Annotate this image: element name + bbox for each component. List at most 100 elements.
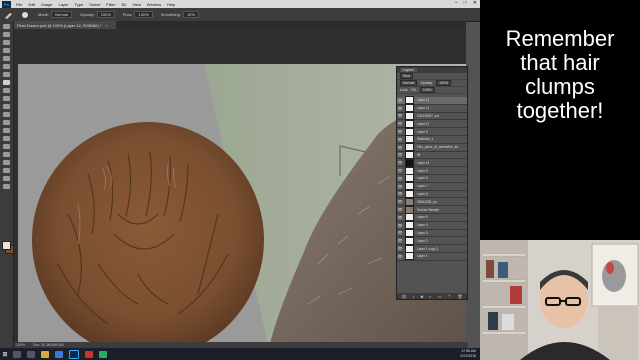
visibility-eye-icon[interactable]: 👁 bbox=[397, 168, 403, 173]
layer-thumbnail bbox=[405, 150, 414, 159]
mode-control: Mode: Normal bbox=[38, 11, 73, 18]
app-icon-2[interactable] bbox=[99, 350, 107, 358]
visibility-eye-icon[interactable]: 👁 bbox=[397, 176, 403, 181]
layer-name: Texture Sample bbox=[417, 207, 440, 212]
visibility-eye-icon[interactable]: 👁 bbox=[397, 246, 403, 251]
menu-layer[interactable]: Layer bbox=[58, 2, 68, 7]
link-icon[interactable]: ⛓ bbox=[401, 294, 406, 299]
task-view-icon[interactable] bbox=[27, 350, 35, 358]
blur-tool-icon[interactable] bbox=[3, 120, 10, 125]
visibility-eye-icon[interactable]: 👁 bbox=[397, 121, 403, 126]
trash-icon[interactable]: 🗑 bbox=[457, 294, 462, 299]
blend-mode-dropdown[interactable]: Normal bbox=[400, 80, 418, 86]
type-tool-icon[interactable] bbox=[3, 144, 10, 149]
file-explorer-icon[interactable] bbox=[41, 350, 49, 358]
eraser-tool-icon[interactable] bbox=[3, 104, 10, 109]
visibility-eye-icon[interactable]: 👁 bbox=[397, 184, 403, 189]
zoom-level[interactable]: 100% bbox=[16, 343, 25, 347]
move-tool-icon[interactable] bbox=[3, 24, 10, 29]
quick-select-tool-icon[interactable] bbox=[3, 48, 10, 53]
visibility-eye-icon[interactable]: 👁 bbox=[397, 207, 403, 212]
dodge-tool-icon[interactable] bbox=[3, 128, 10, 133]
clone-stamp-tool-icon[interactable] bbox=[3, 88, 10, 93]
mask-icon[interactable]: ◙ bbox=[421, 294, 423, 299]
menu-image[interactable]: Image bbox=[41, 2, 52, 7]
mode-dropdown[interactable]: Normal bbox=[51, 11, 73, 18]
visibility-eye-icon[interactable]: 👁 bbox=[397, 137, 403, 142]
marquee-tool-icon[interactable] bbox=[3, 32, 10, 37]
visibility-eye-icon[interactable]: 👁 bbox=[397, 254, 403, 259]
adjustment-icon[interactable]: ◐ bbox=[429, 294, 431, 299]
smoothing-field[interactable]: 10% bbox=[182, 11, 199, 18]
menu-file[interactable]: File bbox=[16, 2, 22, 7]
visibility-eye-icon[interactable]: 👁 bbox=[397, 129, 403, 134]
history-brush-tool-icon[interactable] bbox=[3, 96, 10, 101]
eyedropper-tool-icon[interactable] bbox=[3, 64, 10, 69]
app-icon[interactable] bbox=[85, 350, 93, 358]
lasso-tool-icon[interactable] bbox=[3, 40, 10, 45]
menu-window[interactable]: Window bbox=[147, 2, 161, 7]
visibility-eye-icon[interactable]: 👁 bbox=[397, 152, 403, 157]
visibility-eye-icon[interactable]: 👁 bbox=[397, 199, 403, 204]
brush-icon bbox=[5, 12, 12, 19]
path-select-tool-icon[interactable] bbox=[3, 152, 10, 157]
visibility-eye-icon[interactable]: 👁 bbox=[397, 223, 403, 228]
visibility-eye-icon[interactable]: 👁 bbox=[397, 106, 403, 111]
visibility-eye-icon[interactable]: 👁 bbox=[397, 160, 403, 165]
layers-tab[interactable]: Layers bbox=[400, 68, 417, 72]
brush-size-picker[interactable] bbox=[21, 11, 30, 19]
document-tab-bar: Final Dream.psd @ 100% (Layer 12, RGB/8#… bbox=[14, 21, 466, 29]
folder-icon[interactable]: ▭ bbox=[438, 294, 442, 299]
fx-icon[interactable]: ƒ bbox=[413, 294, 415, 299]
visibility-eye-icon[interactable]: 👁 bbox=[397, 215, 403, 220]
browser-icon[interactable] bbox=[55, 350, 63, 358]
menu-bar: Ps File Edit Image Layer Type Select Fil… bbox=[0, 0, 480, 8]
layer-name: Layer 6 bbox=[417, 191, 428, 196]
maximize-button[interactable]: □ bbox=[464, 0, 467, 6]
layer-row[interactable]: 👁 Layer 1 bbox=[397, 252, 467, 261]
crop-tool-icon[interactable] bbox=[3, 56, 10, 61]
edit-toolbar-icon[interactable] bbox=[3, 184, 10, 189]
menu-view[interactable]: View bbox=[132, 2, 141, 7]
layer-thumbnail bbox=[405, 221, 414, 230]
new-layer-icon[interactable]: ＋ bbox=[447, 293, 451, 299]
visibility-eye-icon[interactable]: 👁 bbox=[397, 98, 403, 103]
visibility-eye-icon[interactable]: 👁 bbox=[397, 145, 403, 150]
menu-edit[interactable]: Edit bbox=[28, 2, 35, 7]
flow-field[interactable]: 100% bbox=[134, 11, 153, 18]
zoom-tool-icon[interactable] bbox=[3, 176, 10, 181]
foreground-color-swatch[interactable] bbox=[2, 241, 11, 250]
menu-3d[interactable]: 3D bbox=[121, 2, 126, 7]
kind-filter-dropdown[interactable]: Kind bbox=[400, 73, 414, 79]
gradient-tool-icon[interactable] bbox=[3, 112, 10, 117]
close-button[interactable]: ✕ bbox=[473, 0, 477, 6]
shape-tool-icon[interactable] bbox=[3, 160, 10, 165]
menu-type[interactable]: Type bbox=[75, 2, 84, 7]
search-icon[interactable] bbox=[13, 350, 21, 358]
close-tab-icon[interactable]: × bbox=[105, 23, 107, 28]
layer-thumbnail bbox=[405, 197, 414, 206]
visibility-eye-icon[interactable]: 👁 bbox=[397, 113, 403, 118]
healing-tool-icon[interactable] bbox=[3, 72, 10, 77]
hand-tool-icon[interactable] bbox=[3, 168, 10, 173]
caption-line-3: clumps bbox=[525, 74, 595, 99]
brush-tool-preset[interactable] bbox=[4, 11, 13, 19]
fill-field[interactable]: 100% bbox=[419, 87, 435, 93]
layer-opacity-field[interactable]: 100% bbox=[436, 80, 452, 86]
pen-tool-icon[interactable] bbox=[3, 136, 10, 141]
minimize-button[interactable]: – bbox=[455, 0, 458, 6]
layer-name: Layer 9 bbox=[417, 129, 428, 134]
menu-select[interactable]: Select bbox=[89, 2, 100, 7]
photoshop-taskbar-icon[interactable] bbox=[69, 349, 79, 359]
taskbar-clock[interactable]: 17:56 AM 2/21/2018 bbox=[460, 349, 476, 359]
mode-label: Mode: bbox=[38, 12, 50, 17]
visibility-eye-icon[interactable]: 👁 bbox=[397, 238, 403, 243]
document-tab[interactable]: Final Dream.psd @ 100% (Layer 12, RGB/8#… bbox=[14, 21, 116, 29]
menu-help[interactable]: Help bbox=[167, 2, 175, 7]
start-button[interactable]: ⊞ bbox=[0, 348, 10, 360]
menu-filter[interactable]: Filter bbox=[106, 2, 115, 7]
brush-tool-icon[interactable] bbox=[3, 80, 10, 85]
visibility-eye-icon[interactable]: 👁 bbox=[397, 230, 403, 235]
opacity-field[interactable]: 100% bbox=[96, 11, 115, 18]
visibility-eye-icon[interactable]: 👁 bbox=[397, 191, 403, 196]
